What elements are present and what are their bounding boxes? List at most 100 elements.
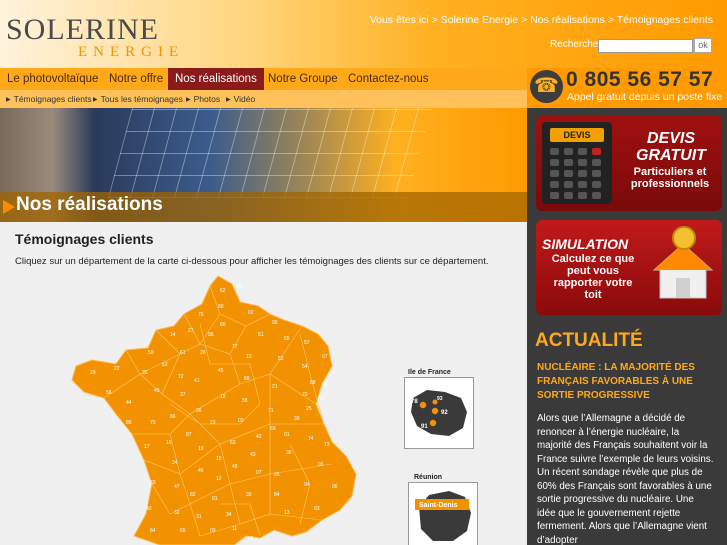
department-label[interactable]: 64 [150,528,156,534]
nav-item-notre-offre[interactable]: Notre offre [102,68,170,90]
devis-gratuit-banner[interactable]: DEVIS DEVIS GRATUIT Particuliers et prof… [536,116,722,211]
department-label[interactable]: 01 [284,432,290,438]
department-label[interactable]: 09 [210,528,216,534]
dept-78-marker[interactable] [419,401,427,409]
department-label[interactable]: 22 [114,366,120,372]
department-label[interactable]: 48 [232,464,238,470]
department-label[interactable]: 07 [256,470,262,476]
department-label[interactable]: 57 [304,340,310,346]
department-label[interactable]: 54 [302,364,308,370]
department-label[interactable]: 16 [166,440,172,446]
department-label[interactable]: 06 [332,484,338,490]
department-label[interactable]: 31 [196,514,202,520]
department-label[interactable]: 25 [306,406,312,412]
department-label[interactable]: 52 [278,356,284,362]
department-label[interactable]: 42 [256,434,262,440]
department-label[interactable]: 12 [216,476,222,482]
department-label[interactable]: 19 [198,446,204,452]
nav-item-notre-groupe[interactable]: Notre Groupe [261,68,345,90]
department-label[interactable]: 82 [190,492,196,498]
department-label[interactable]: 04 [304,482,310,488]
ile-de-france-inset[interactable]: 78 92 93 91 [404,377,474,449]
department-label[interactable]: 17 [144,444,150,450]
department-label[interactable]: 80 [218,304,224,310]
department-label[interactable]: 51 [258,332,264,338]
nav-item-contactez-nous[interactable]: Contactez-nous [341,68,436,90]
department-label[interactable]: 11 [232,526,237,532]
subnav-item-temoignages-clients[interactable]: Témoignages clients [6,94,92,104]
department-label[interactable]: 86 [170,414,176,420]
department-label[interactable]: 71 [268,408,274,414]
department-label[interactable]: 74 [308,436,314,442]
department-label[interactable]: 36 [196,408,202,414]
department-label[interactable]: 53 [162,362,168,368]
department-label[interactable]: 14 [170,332,176,338]
department-label[interactable]: 34 [226,512,232,518]
nav-item-photovoltaique[interactable]: Le photovoltaïque [0,68,105,90]
search-input[interactable] [598,39,693,53]
department-label[interactable]: 79 [150,420,156,426]
department-label[interactable]: 29 [90,370,96,376]
department-label[interactable]: 44 [126,400,132,406]
department-label[interactable]: 62 [220,288,226,294]
department-label[interactable]: 60 [220,322,226,328]
department-label[interactable]: 33 [150,480,156,486]
department-label[interactable]: 05 [318,462,324,468]
ile-de-france-map[interactable]: 78 92 93 91 [405,378,473,448]
department-label[interactable]: 38 [286,450,292,456]
department-label[interactable]: 10 [246,354,252,360]
department-label[interactable]: 70 [302,392,308,398]
department-label[interactable]: 73 [324,442,330,448]
subnav-item-photos[interactable]: Photos [186,94,220,104]
department-label[interactable]: 89 [244,376,250,382]
department-label[interactable]: 61 [180,350,186,356]
department-label[interactable]: 30 [246,492,252,498]
department-label[interactable]: 95 [208,332,214,338]
department-label[interactable]: 87 [186,432,192,438]
department-label[interactable]: 35 [142,370,148,376]
site-logo[interactable]: SOLERINE ENERGIE [6,15,184,61]
dept-92-marker[interactable] [431,407,439,415]
department-label[interactable]: 08 [272,320,278,326]
department-label[interactable]: 59 [236,284,242,290]
department-label[interactable]: 77 [232,344,238,350]
breadcrumb[interactable]: Vous êtes ici > Solerine Energie > Nos r… [370,14,713,26]
department-label[interactable]: 58 [242,398,248,404]
department-label[interactable]: 56 [106,390,112,396]
department-label[interactable]: 83 [314,506,320,512]
department-label[interactable]: 76 [198,312,204,318]
department-label[interactable]: 37 [180,392,186,398]
department-label[interactable]: 26 [274,472,280,478]
department-label[interactable]: 55 [284,336,290,342]
department-label[interactable]: 39 [294,416,300,422]
reunion-map[interactable]: Saint-Denis [409,483,477,545]
department-label[interactable]: 47 [174,484,180,490]
department-label[interactable]: 13 [284,510,290,516]
simulation-banner[interactable]: SIMULATION Calculez ce que peut vous rap… [536,220,722,315]
france-mainland-shape[interactable] [71,275,357,545]
department-label[interactable]: 32 [174,510,180,516]
department-label[interactable]: 27 [188,328,194,334]
department-label[interactable]: 21 [272,384,278,390]
department-label[interactable]: 43 [250,452,256,458]
department-label[interactable]: 45 [218,368,224,374]
department-label[interactable]: 67 [322,354,328,360]
nav-item-nos-realisations[interactable]: Nos réalisations [168,68,264,90]
department-label[interactable]: 85 [126,420,132,426]
department-label[interactable]: 63 [230,440,236,446]
department-label[interactable]: 69 [270,426,276,432]
department-label[interactable]: 23 [210,420,216,426]
dept-91-marker[interactable] [429,419,437,427]
department-label[interactable]: 68 [322,382,328,388]
phone-number[interactable]: 0 805 56 57 57 [566,68,713,92]
department-label[interactable]: 88 [310,380,316,386]
reunion-inset[interactable]: Saint-Denis [408,482,478,545]
department-label[interactable]: 46 [198,468,204,474]
department-label[interactable]: 40 [146,506,152,512]
department-label[interactable]: 90 [318,396,324,402]
subnav-item-video[interactable]: Vidéo [226,94,256,104]
department-label[interactable]: 81 [212,496,218,502]
department-label[interactable]: 15 [216,456,222,462]
department-label[interactable]: 24 [172,460,178,466]
department-label[interactable]: 72 [178,374,184,380]
